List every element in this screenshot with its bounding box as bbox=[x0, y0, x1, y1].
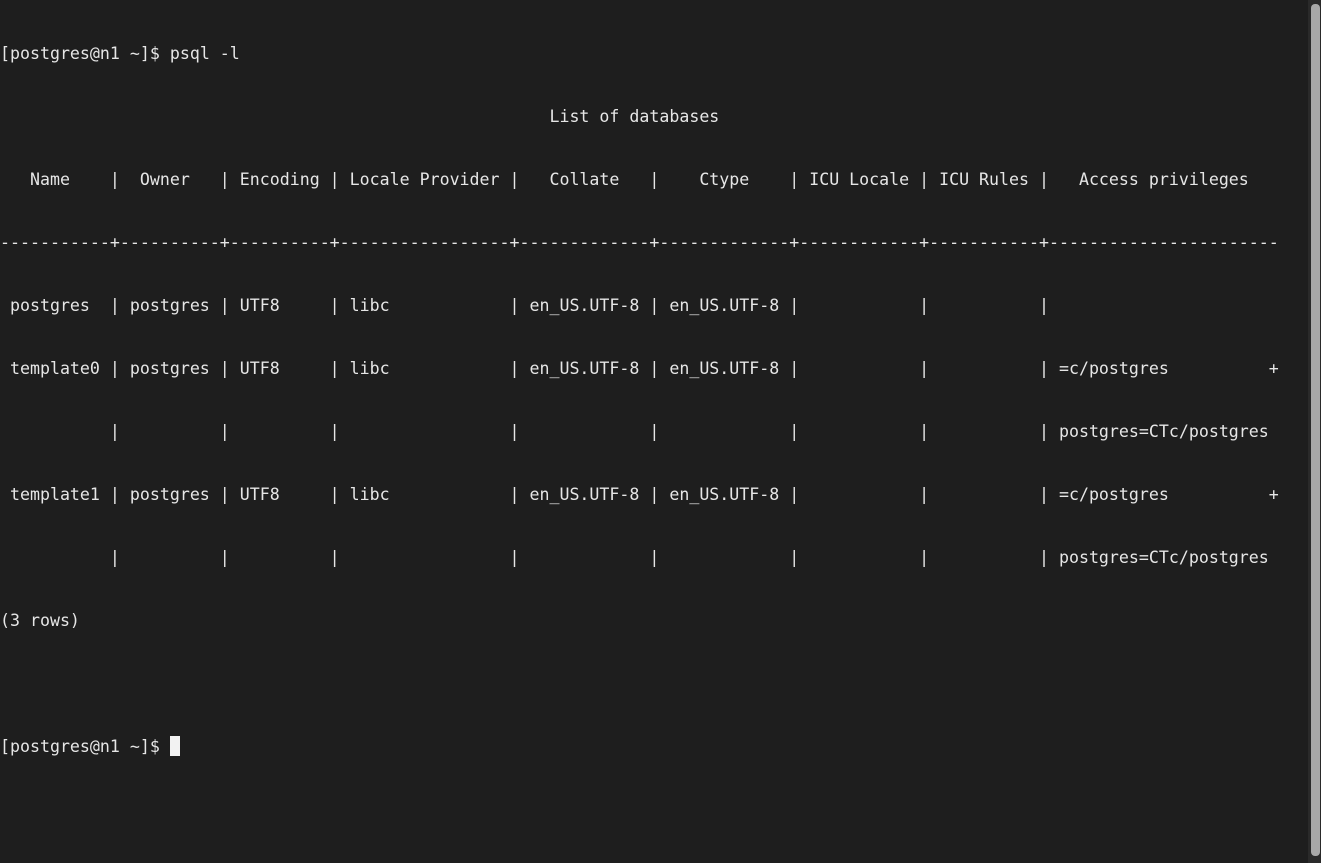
table-row: template0 | postgres | UTF8 | libc | en_… bbox=[0, 359, 1279, 378]
table-row: postgres | postgres | UTF8 | libc | en_U… bbox=[0, 296, 1059, 315]
table-header-row: Name | Owner | Encoding | Locale Provide… bbox=[0, 170, 1279, 189]
active-prompt-line[interactable]: [postgres@n1 ~]$ bbox=[0, 736, 1308, 757]
shell-prompt: [postgres@n1 ~]$ bbox=[0, 737, 170, 756]
command-line: [postgres@n1 ~]$ psql -l bbox=[0, 43, 1308, 64]
vertical-scrollbar[interactable] bbox=[1308, 0, 1321, 863]
table-row: template1 | postgres | UTF8 | libc | en_… bbox=[0, 485, 1279, 504]
terminal-window[interactable]: [postgres@n1 ~]$ psql -l List of databas… bbox=[0, 1, 1308, 863]
table-separator: -----------+----------+----------+------… bbox=[0, 233, 1279, 252]
table-title: List of databases bbox=[0, 107, 720, 126]
row-count: (3 rows) bbox=[0, 611, 80, 630]
text-cursor bbox=[169, 736, 180, 756]
shell-prompt: [postgres@n1 ~]$ bbox=[0, 44, 170, 63]
scrollbar-thumb[interactable] bbox=[1311, 4, 1320, 856]
entered-command: psql -l bbox=[169, 44, 240, 63]
table-row-continuation: | | | | | | | | postgres=CTc/postgres bbox=[0, 548, 1269, 567]
table-row-continuation: | | | | | | | | postgres=CTc/postgres bbox=[0, 422, 1269, 441]
